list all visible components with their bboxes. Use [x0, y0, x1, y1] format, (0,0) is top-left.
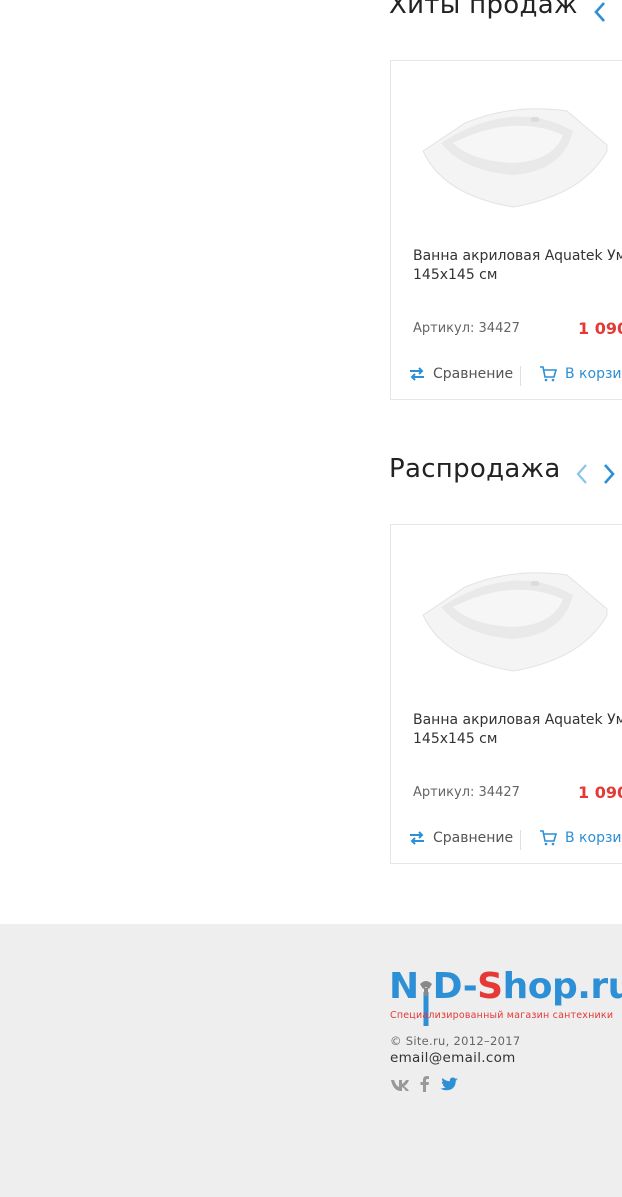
add-to-cart-button[interactable]: В корзин — [539, 366, 622, 382]
cart-icon — [540, 830, 557, 846]
product-price: 1 090 — [578, 783, 622, 802]
product-image[interactable] — [413, 83, 613, 213]
social-links — [390, 1076, 458, 1096]
compare-button[interactable]: Сравнение — [409, 366, 513, 382]
product-article: Артикул: 34427 — [413, 321, 520, 336]
cart-label: В корзин — [565, 366, 622, 382]
chevron-left-icon — [594, 2, 605, 22]
actions-divider — [520, 366, 521, 386]
copyright-text: © Site.ru, 2012–2017 — [390, 1034, 521, 1048]
cart-label: В корзин — [565, 830, 622, 846]
product-name-link[interactable]: Ванна акриловая Aquatek Ума 145x145 см — [413, 711, 622, 749]
carousel-prev-button[interactable] — [572, 462, 592, 486]
product-price: 1 090 — [578, 319, 622, 338]
product-card[interactable]: Ванна акриловая Aquatek Ума 145x145 см А… — [390, 60, 622, 400]
compare-button[interactable]: Сравнение — [409, 830, 513, 846]
chevron-left-icon — [576, 464, 587, 484]
section-title: Хиты продаж — [389, 0, 578, 20]
vk-icon[interactable] — [390, 1077, 410, 1096]
cart-icon — [540, 366, 557, 382]
logo-text: N D-Shop.ru — [389, 966, 622, 1026]
email-link[interactable]: email@email.com — [390, 1050, 516, 1066]
product-name-link[interactable]: Ванна акриловая Aquatek Ума 145x145 см — [413, 247, 622, 285]
compare-arrows-icon — [410, 831, 424, 845]
carousel-prev-button[interactable] — [591, 0, 611, 24]
facebook-icon[interactable] — [420, 1076, 430, 1096]
actions-divider — [520, 830, 521, 850]
add-to-cart-button[interactable]: В корзин — [539, 830, 622, 846]
site-logo[interactable]: N D-Shop.ru Специализированный магазин са… — [389, 954, 622, 1026]
product-image[interactable] — [413, 547, 613, 677]
product-article: Артикул: 34427 — [413, 785, 520, 800]
twitter-icon[interactable] — [440, 1077, 458, 1096]
compare-arrows-icon — [410, 367, 424, 381]
carousel-next-button[interactable] — [599, 462, 619, 486]
product-card[interactable]: Ванна акриловая Aquatek Ума 145x145 см А… — [390, 524, 622, 864]
wrench-icon — [419, 981, 432, 1026]
logo-tagline: Специализированный магазин сантехники — [390, 1010, 614, 1021]
compare-label: Сравнение — [433, 830, 514, 846]
section-title: Распродажа — [389, 454, 561, 484]
compare-label: Сравнение — [433, 366, 514, 382]
site-footer: N D-Shop.ru Специализированный магазин са… — [0, 924, 622, 1197]
chevron-right-icon — [604, 464, 615, 484]
